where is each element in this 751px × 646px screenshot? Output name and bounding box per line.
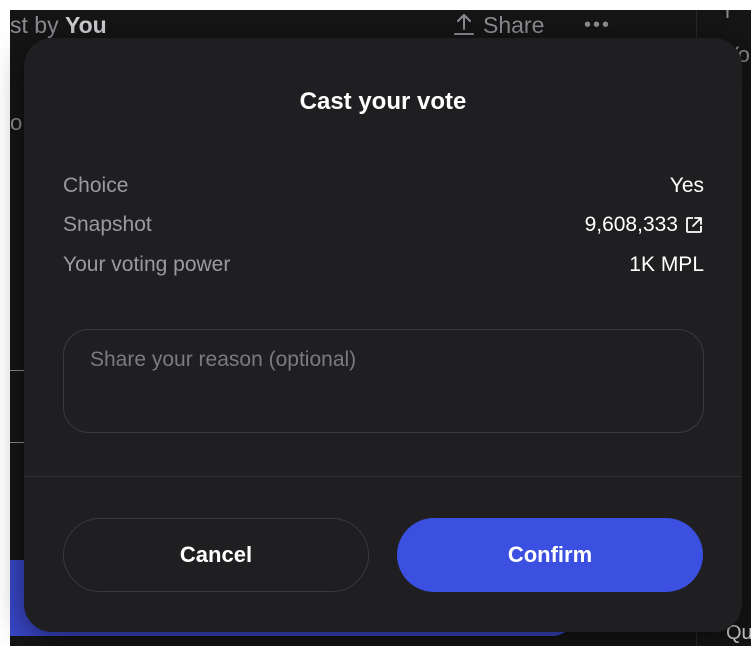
left-divider bbox=[10, 442, 24, 443]
snapshot-label: Snapshot bbox=[63, 213, 152, 236]
more-options-icon[interactable]: ••• bbox=[584, 14, 611, 37]
upload-icon bbox=[454, 14, 474, 35]
right-fragment: r bbox=[725, 10, 733, 23]
posted-by-name[interactable]: You bbox=[65, 12, 107, 38]
posted-by-prefix: st by bbox=[10, 12, 59, 38]
screen: st by You Share ••• r Yo t n n u e o o bbox=[0, 0, 751, 646]
choice-label: Choice bbox=[63, 174, 129, 197]
left-fragment: o bbox=[10, 110, 23, 135]
snapshot-row: Snapshot 9,608,333 bbox=[63, 210, 704, 240]
reason-input[interactable] bbox=[63, 329, 704, 433]
posted-by: st by You bbox=[10, 12, 107, 39]
cast-vote-modal: Cast your vote Choice Yes Snapshot 9,608… bbox=[24, 38, 742, 632]
confirm-button[interactable]: Confirm bbox=[397, 518, 703, 592]
choice-value: Yes bbox=[669, 174, 704, 197]
footer-divider bbox=[24, 476, 742, 477]
share-label: Share bbox=[483, 11, 545, 38]
cancel-button[interactable]: Cancel bbox=[63, 518, 369, 592]
voting-power-value: 1K MPL bbox=[629, 253, 704, 276]
choice-row: Choice Yes bbox=[63, 171, 704, 201]
external-link-icon bbox=[686, 217, 702, 233]
snapshot-value: 9,608,333 bbox=[584, 213, 678, 236]
left-divider bbox=[10, 370, 24, 371]
voting-power-label: Your voting power bbox=[63, 253, 231, 276]
snapshot-link[interactable]: 9,608,333 bbox=[585, 213, 704, 237]
modal-title: Cast your vote bbox=[299, 88, 467, 115]
voting-power-row: Your voting power 1K MPL bbox=[63, 250, 704, 280]
share-button[interactable]: Share bbox=[453, 10, 544, 40]
